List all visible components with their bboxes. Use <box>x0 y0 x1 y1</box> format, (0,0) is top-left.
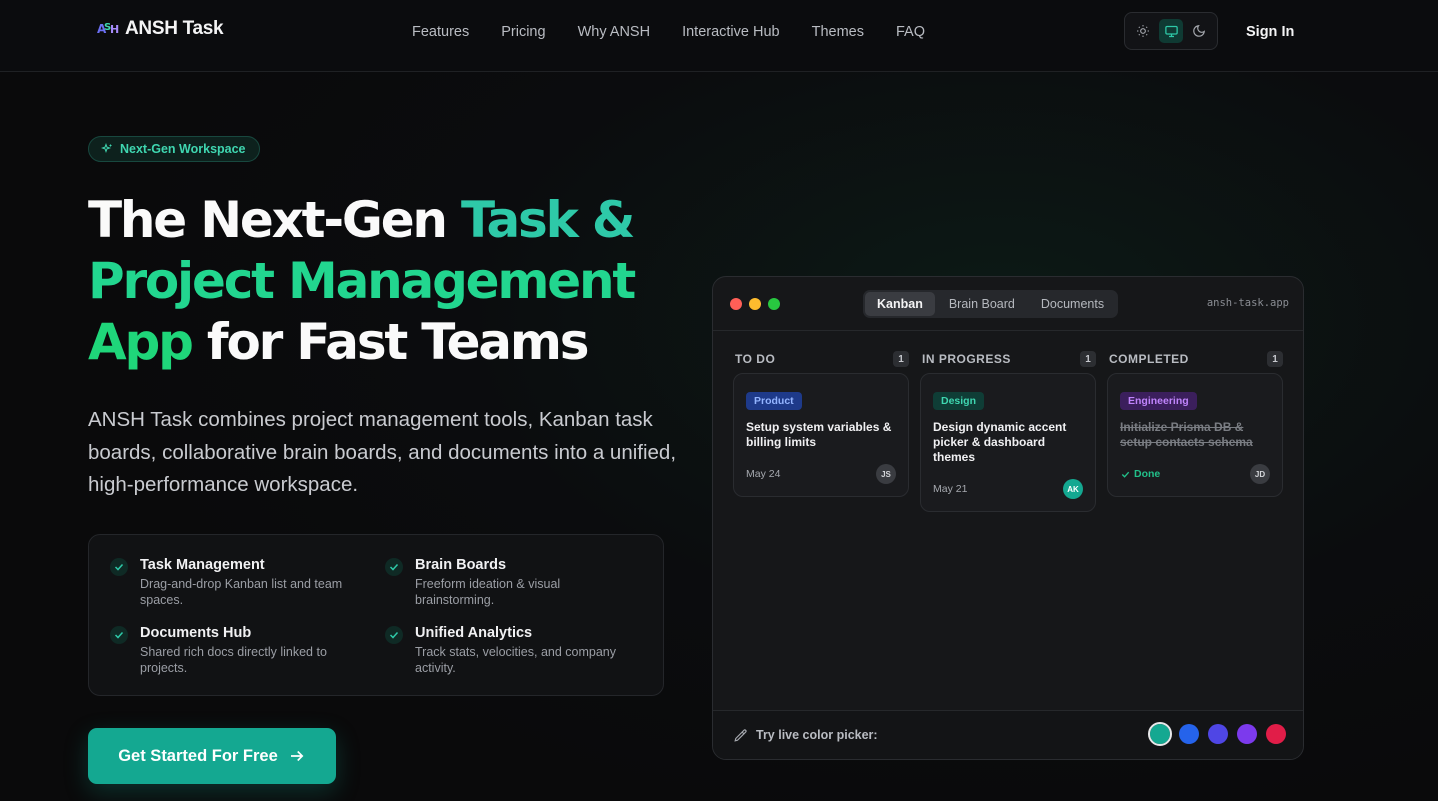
kanban-column-in-progress: IN PROGRESS 1 Design Design dynamic acce… <box>920 351 1096 512</box>
tab-kanban[interactable]: Kanban <box>865 292 935 316</box>
minimize-dot-icon <box>749 298 761 310</box>
tab-documents[interactable]: Documents <box>1029 292 1116 316</box>
check-icon <box>110 558 128 576</box>
svg-text:H: H <box>110 23 119 36</box>
task-tag: Product <box>746 392 802 410</box>
close-dot-icon <box>730 298 742 310</box>
feature-title: Task Management <box>140 557 265 573</box>
feature-item: Brain Boards Freeform ideation & visual … <box>385 557 635 608</box>
tab-brain-board[interactable]: Brain Board <box>937 292 1027 316</box>
task-status: Done <box>1120 468 1160 480</box>
moon-icon <box>1193 25 1205 37</box>
get-started-button[interactable]: Get Started For Free <box>88 728 336 784</box>
task-date: May 24 <box>746 468 781 480</box>
feature-description: Freeform ideation & visual brainstorming… <box>415 577 561 607</box>
column-count: 1 <box>1267 351 1283 367</box>
avatar: AK <box>1063 479 1083 499</box>
nav-link-interactive-hub[interactable]: Interactive Hub <box>682 24 780 40</box>
task-title: Setup system variables & billing limits <box>746 420 892 449</box>
theme-switcher <box>1124 12 1218 50</box>
check-icon <box>110 626 128 644</box>
feature-title: Brain Boards <box>415 557 507 573</box>
avatar: JS <box>876 464 896 484</box>
sun-icon <box>1137 25 1149 37</box>
headline-part-1: The Next-Gen <box>88 191 462 249</box>
task-title: Initialize Prisma DB & setup contacts sc… <box>1120 420 1253 449</box>
light-theme-button[interactable] <box>1131 19 1155 43</box>
feature-item: Task Management Drag-and-drop Kanban lis… <box>110 557 360 608</box>
preview-titlebar: Kanban Brain Board Documents ansh-task.a… <box>713 277 1303 331</box>
column-title: TO DO <box>735 352 776 366</box>
app-preview-window: Kanban Brain Board Documents ansh-task.a… <box>712 276 1304 760</box>
feature-list: Task Management Drag-and-drop Kanban lis… <box>88 534 664 696</box>
swatch-teal[interactable] <box>1148 722 1172 746</box>
window-controls <box>730 298 780 310</box>
dark-theme-button[interactable] <box>1187 19 1211 43</box>
task-tag: Design <box>933 392 985 410</box>
column-title: IN PROGRESS <box>922 352 1011 366</box>
nav-link-why-ansh[interactable]: Why ANSH <box>578 24 651 40</box>
feature-item: Documents Hub Shared rich docs directly … <box>110 625 360 676</box>
nav-link-faq[interactable]: FAQ <box>896 24 925 40</box>
sign-in-link[interactable]: Sign In <box>1246 24 1294 40</box>
hero-headline: The Next-Gen Task & Project Management A… <box>88 190 708 373</box>
preview-tabs: Kanban Brain Board Documents <box>863 290 1119 318</box>
preview-url: ansh-task.app <box>1206 297 1289 309</box>
color-picker-text: Try live color picker: <box>756 728 878 742</box>
feature-description: Track stats, velocities, and company act… <box>415 645 617 675</box>
headline-highlight-3: App <box>88 313 194 371</box>
kanban-column-todo: TO DO 1 Product Setup system variables &… <box>733 351 909 497</box>
feature-item: Unified Analytics Track stats, velocitie… <box>385 625 635 676</box>
logo[interactable]: A S H ANSH Task <box>97 18 224 40</box>
task-date: May 21 <box>933 483 968 495</box>
nav-link-features[interactable]: Features <box>412 24 469 40</box>
feature-description: Shared rich docs directly linked to proj… <box>140 645 327 675</box>
maximize-dot-icon <box>768 298 780 310</box>
nav-link-themes[interactable]: Themes <box>812 24 864 40</box>
pipette-icon <box>734 729 747 742</box>
get-started-label: Get Started For Free <box>118 746 278 765</box>
feature-description: Drag-and-drop Kanban list and team space… <box>140 577 343 607</box>
hero-description: ANSH Task combines project management to… <box>88 408 677 496</box>
task-card[interactable]: Product Setup system variables & billing… <box>733 373 909 497</box>
headline-part-5: for Fast Teams <box>191 313 590 371</box>
column-count: 1 <box>893 351 909 367</box>
logo-text: ANSH Task <box>125 18 224 39</box>
feature-title: Documents Hub <box>140 625 252 641</box>
kanban-column-completed: COMPLETED 1 Engineering Initialize Prism… <box>1107 351 1283 497</box>
color-swatches <box>1148 722 1286 746</box>
sparkles-icon <box>101 143 112 154</box>
check-icon <box>1121 471 1130 478</box>
column-count: 1 <box>1080 351 1096 367</box>
nav-links: Features Pricing Why ANSH Interactive Hu… <box>412 24 925 40</box>
swatch-violet[interactable] <box>1237 724 1257 744</box>
hero-badge-label: Next-Gen Workspace <box>120 142 246 156</box>
top-navbar: A S H ANSH Task Features Pricing Why ANS… <box>0 0 1438 72</box>
avatar: JD <box>1250 464 1270 484</box>
task-status-label: Done <box>1134 468 1161 480</box>
hero-badge: Next-Gen Workspace <box>88 136 260 162</box>
monitor-icon <box>1164 25 1178 37</box>
swatch-rose[interactable] <box>1266 724 1286 744</box>
check-icon <box>385 558 403 576</box>
arrow-right-icon <box>290 750 304 762</box>
task-tag: Engineering <box>1120 392 1197 410</box>
swatch-blue[interactable] <box>1179 724 1199 744</box>
color-picker-label: Try live color picker: <box>734 728 878 742</box>
swatch-indigo[interactable] <box>1208 724 1228 744</box>
color-picker-bar: Try live color picker: <box>713 710 1303 759</box>
task-card[interactable]: Engineering Initialize Prisma DB & setup… <box>1107 373 1283 497</box>
task-card[interactable]: Design Design dynamic accent picker & da… <box>920 373 1096 512</box>
logo-icon: A S H <box>97 22 119 36</box>
check-icon <box>385 626 403 644</box>
column-title: COMPLETED <box>1109 352 1189 366</box>
headline-highlight-1: Task & <box>461 191 635 249</box>
task-title: Design dynamic accent picker & dashboard… <box>933 420 1067 464</box>
system-theme-button[interactable] <box>1159 19 1183 43</box>
headline-highlight-2: Project Management <box>88 252 636 310</box>
nav-link-pricing[interactable]: Pricing <box>501 24 545 40</box>
feature-title: Unified Analytics <box>415 625 533 641</box>
